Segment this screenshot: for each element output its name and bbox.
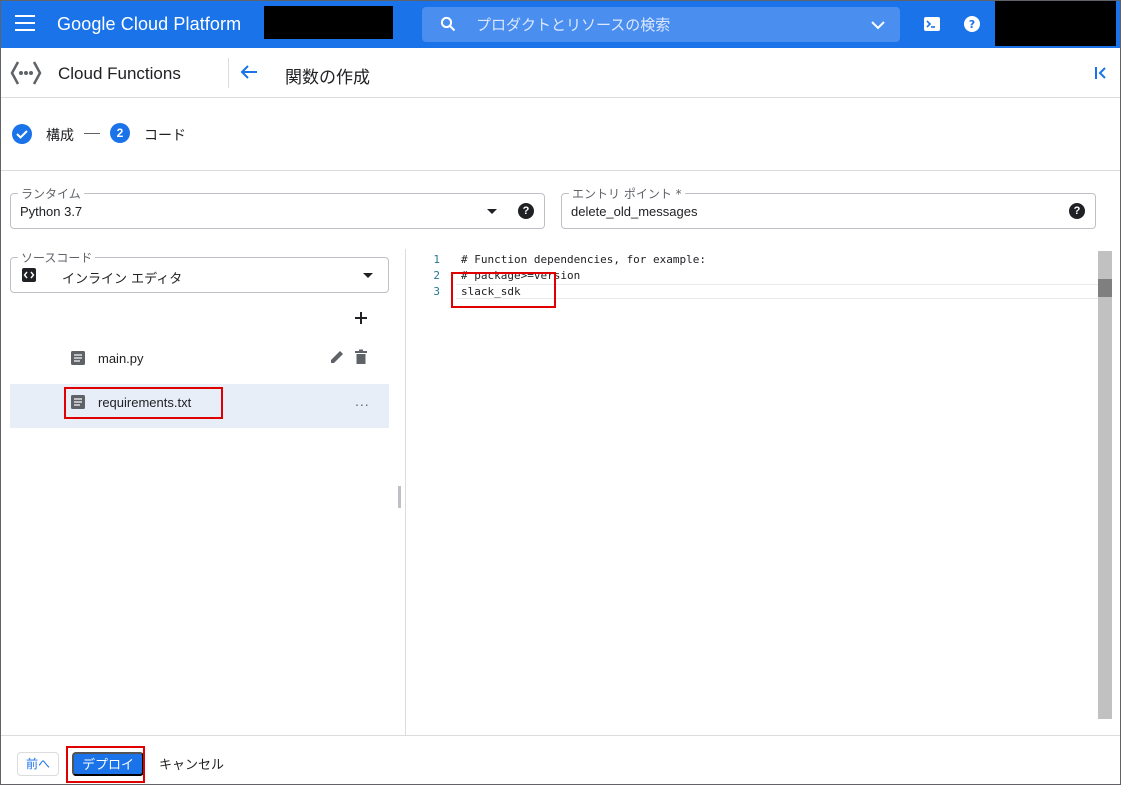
more-options-icon[interactable]: ... — [355, 393, 370, 409]
stepper: 構成 2 コード — [1, 98, 1120, 171]
product-header: Cloud Functions 関数の作成 — [1, 48, 1120, 98]
step-separator — [84, 133, 100, 134]
help-icon[interactable]: ? — [1069, 203, 1085, 219]
account-redacted[interactable] — [995, 1, 1116, 46]
page-title: 関数の作成 — [285, 68, 370, 88]
step-2-label: コード — [144, 128, 186, 144]
plus-icon[interactable] — [353, 310, 369, 326]
file-icon — [71, 351, 85, 365]
dropdown-arrow-icon[interactable] — [363, 273, 373, 278]
line-number: 3 — [433, 285, 440, 298]
cancel-button[interactable]: キャンセル — [159, 754, 224, 773]
top-bar: Google Cloud Platform ? — [1, 1, 1120, 48]
entry-point-field[interactable]: エントリ ポイント * delete_old_messages ? — [561, 185, 1096, 229]
cloud-functions-logo-icon — [10, 61, 42, 85]
prev-button[interactable]: 前へ — [17, 752, 60, 776]
help-icon[interactable]: ? — [961, 13, 983, 35]
help-icon[interactable]: ? — [518, 203, 534, 219]
chevron-down-icon[interactable] — [870, 17, 886, 33]
footer-actions: 前へ デプロイ キャンセル — [1, 735, 1120, 784]
highlight-box-code — [451, 272, 556, 308]
search-icon — [440, 16, 456, 32]
source-code-value: インライン エディタ — [62, 272, 183, 287]
brand-title: Google Cloud Platform — [57, 14, 242, 34]
pencil-icon[interactable] — [329, 349, 345, 365]
code-editor[interactable]: 1 # Function dependencies, for example: … — [406, 249, 1110, 719]
hamburger-menu-icon[interactable] — [15, 15, 35, 33]
arrow-back-icon[interactable] — [239, 62, 259, 82]
check-circle-icon — [12, 124, 32, 144]
entry-point-value: delete_old_messages — [571, 204, 698, 219]
cloud-shell-icon[interactable] — [921, 13, 943, 35]
resize-handle[interactable] — [398, 486, 401, 508]
source-code-label: ソースコード — [18, 249, 96, 266]
editor-scrollbar[interactable] — [1098, 251, 1112, 719]
collapse-panel-icon[interactable] — [1093, 65, 1109, 81]
runtime-value: Python 3.7 — [20, 204, 83, 219]
line-number: 2 — [433, 269, 440, 282]
step-2-number: 2 — [110, 123, 130, 143]
entry-point-label: エントリ ポイント * — [569, 185, 685, 202]
line-number: 1 — [433, 253, 440, 266]
code-line[interactable]: # Function dependencies, for example: — [461, 253, 706, 266]
search-bar[interactable] — [422, 7, 900, 42]
dropdown-arrow-icon[interactable] — [487, 209, 497, 214]
highlight-box-deploy — [66, 746, 145, 783]
source-code-select[interactable]: ソースコード インライン エディタ — [10, 249, 389, 293]
app-window: Google Cloud Platform ? — [0, 0, 1121, 785]
file-row-main-py[interactable]: main.py — [10, 337, 389, 381]
project-selector-redacted[interactable] — [264, 6, 393, 39]
highlight-box-requirements — [64, 387, 223, 419]
header-divider — [228, 58, 229, 88]
runtime-label: ランタイム — [18, 185, 84, 202]
scrollbar-thumb[interactable] — [1098, 279, 1112, 297]
file-name: main.py — [98, 351, 144, 366]
trash-icon[interactable] — [354, 349, 368, 365]
svg-text:?: ? — [969, 18, 975, 31]
step-1-label[interactable]: 構成 — [46, 125, 74, 145]
code-icon — [22, 268, 36, 282]
runtime-select[interactable]: ランタイム Python 3.7 ? — [10, 185, 545, 229]
product-name: Cloud Functions — [58, 64, 181, 83]
search-input[interactable] — [476, 7, 856, 42]
